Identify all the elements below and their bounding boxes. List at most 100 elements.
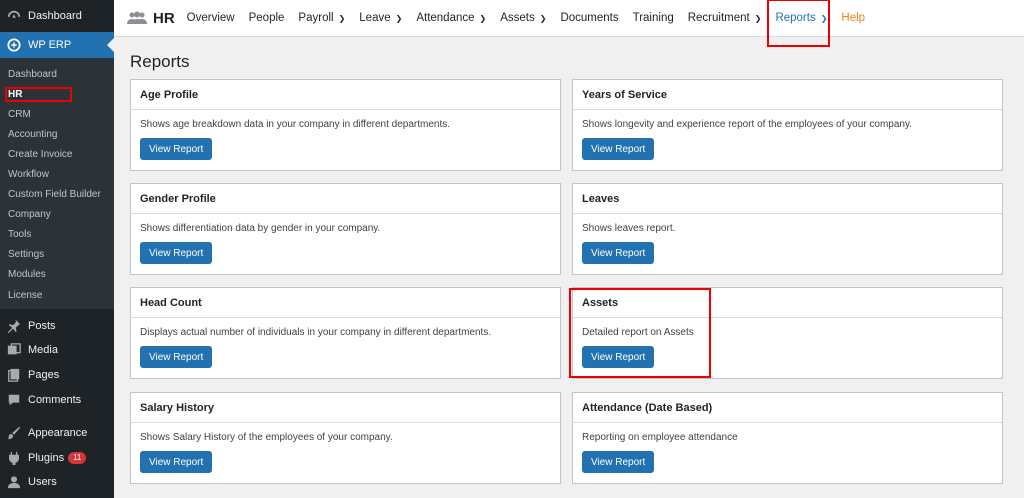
card-title: Salary History bbox=[131, 393, 560, 423]
tab-documents[interactable]: Documents bbox=[560, 0, 618, 37]
tab-recruitment[interactable]: Recruitment ❯ bbox=[688, 0, 762, 37]
submenu-tools[interactable]: Tools bbox=[0, 225, 114, 245]
sidebar-item-posts[interactable]: Posts bbox=[0, 313, 114, 338]
erp-submenu: Dashboard HR CRM Accounting Create Invoi… bbox=[0, 58, 114, 310]
sidebar-lower-menu: Posts Media Pages Comments Appearance Pl… bbox=[0, 309, 114, 495]
sidebar-item-label: Comments bbox=[28, 393, 82, 406]
sidebar-item-plugins[interactable]: Plugins 11 bbox=[0, 445, 114, 470]
sidebar-item-dashboard[interactable]: Dashboard bbox=[0, 0, 114, 32]
submenu-modules[interactable]: Modules bbox=[0, 265, 114, 285]
card-title: Assets bbox=[573, 288, 1002, 318]
page-title: Reports bbox=[130, 52, 190, 71]
sidebar-item-comments[interactable]: Comments bbox=[0, 388, 114, 413]
sidebar-item-wp-erp[interactable]: WP ERP bbox=[0, 32, 114, 58]
submenu-create-invoice[interactable]: Create Invoice bbox=[0, 144, 114, 164]
admin-sidebar: Dashboard WP ERP Dashboard HR CRM Accoun… bbox=[0, 0, 114, 498]
submenu-settings[interactable]: Settings bbox=[0, 245, 114, 265]
report-card-head-count: Head Count Displays actual number of ind… bbox=[130, 287, 561, 379]
hr-brand-title: HR bbox=[153, 9, 175, 27]
card-description: Shows leaves report. bbox=[582, 223, 676, 234]
card-title: Age Profile bbox=[131, 80, 560, 110]
chevron-down-icon: ❯ bbox=[338, 13, 346, 23]
view-report-button[interactable]: View Report bbox=[140, 138, 213, 160]
report-card-assets: Assets Detailed report on Assets View Re… bbox=[572, 287, 1003, 379]
pages-icon bbox=[7, 368, 21, 382]
hr-brand: HR bbox=[127, 10, 175, 27]
tab-payroll[interactable]: Payroll ❯ bbox=[298, 0, 345, 37]
card-title: Attendance (Date Based) bbox=[573, 393, 1002, 423]
tab-overview[interactable]: Overview bbox=[187, 0, 235, 37]
tab-label: Documents bbox=[560, 12, 619, 24]
view-report-button[interactable]: View Report bbox=[582, 346, 655, 368]
submenu-workflow[interactable]: Workflow bbox=[0, 164, 114, 184]
submenu-crm[interactable]: CRM bbox=[0, 104, 114, 124]
card-title: Leaves bbox=[573, 184, 1002, 214]
report-card-years-of-service: Years of Service Shows longevity and exp… bbox=[572, 79, 1003, 171]
view-report-button[interactable]: View Report bbox=[140, 346, 213, 368]
plugins-update-badge: 11 bbox=[68, 451, 87, 464]
tab-label: Help bbox=[841, 12, 866, 24]
view-report-button[interactable]: View Report bbox=[582, 242, 655, 264]
hr-highlight-box: HR bbox=[5, 86, 72, 102]
tab-label: Attendance bbox=[416, 12, 475, 24]
sidebar-item-label: Posts bbox=[28, 319, 56, 332]
sidebar-item-label: Media bbox=[28, 344, 58, 357]
tab-people[interactable]: People bbox=[249, 0, 285, 37]
plugin-icon bbox=[7, 451, 21, 465]
chevron-down-icon: ❯ bbox=[395, 13, 403, 23]
tab-label: Assets bbox=[500, 12, 535, 24]
card-title: Head Count bbox=[131, 288, 560, 318]
submenu-company[interactable]: Company bbox=[0, 205, 114, 225]
hr-top-nav: HR Overview People Payroll ❯ Leave ❯ Atten… bbox=[114, 0, 1024, 47]
submenu-custom-field-builder[interactable]: Custom Field Builder bbox=[0, 185, 114, 205]
view-report-button[interactable]: View Report bbox=[582, 138, 655, 160]
media-icon bbox=[7, 343, 21, 357]
chevron-down-icon: ❯ bbox=[754, 13, 762, 23]
sidebar-item-pages[interactable]: Pages bbox=[0, 363, 114, 388]
card-description: Shows longevity and experience report of… bbox=[582, 119, 912, 130]
submenu-hr[interactable]: HR bbox=[0, 84, 114, 104]
card-description: Detailed report on Assets bbox=[582, 327, 694, 338]
tab-label: Reports bbox=[775, 12, 816, 24]
sidebar-item-label: Dashboard bbox=[28, 10, 82, 22]
tab-attendance[interactable]: Attendance ❯ bbox=[416, 0, 486, 37]
tab-assets[interactable]: Assets ❯ bbox=[500, 0, 546, 37]
submenu-dashboard[interactable]: Dashboard bbox=[0, 64, 114, 84]
sidebar-item-label: Plugins bbox=[28, 451, 65, 464]
sidebar-item-label: Appearance bbox=[28, 426, 88, 439]
card-title: Years of Service bbox=[573, 80, 1002, 110]
sidebar-item-label: WP ERP bbox=[28, 39, 72, 51]
submenu-license[interactable]: License bbox=[0, 285, 114, 305]
tab-leave[interactable]: Leave ❯ bbox=[359, 0, 402, 37]
view-report-button[interactable]: View Report bbox=[582, 451, 655, 473]
chevron-down-icon: ❯ bbox=[820, 13, 828, 23]
report-card-leaves: Leaves Shows leaves report. View Report bbox=[572, 183, 1003, 275]
report-card-salary-history: Salary History Shows Salary History of t… bbox=[130, 392, 561, 484]
tab-label: Payroll bbox=[298, 12, 334, 24]
sidebar-item-label: Users bbox=[28, 476, 57, 489]
pin-icon bbox=[7, 319, 21, 333]
card-description: Shows differentiation data by gender in … bbox=[140, 223, 381, 234]
tab-training[interactable]: Training bbox=[633, 0, 674, 37]
dashboard-icon bbox=[7, 9, 21, 23]
report-card-attendance-date-based: Attendance (Date Based) Reporting on emp… bbox=[572, 392, 1003, 484]
sidebar-item-media[interactable]: Media bbox=[0, 338, 114, 363]
report-card-gender-profile: Gender Profile Shows differentiation dat… bbox=[130, 183, 561, 275]
card-title: Gender Profile bbox=[131, 184, 560, 214]
tab-help[interactable]: Help bbox=[841, 0, 865, 37]
tab-label: Training bbox=[632, 12, 674, 24]
tab-reports[interactable]: Reports ❯ bbox=[767, 0, 831, 47]
sidebar-item-users[interactable]: Users bbox=[0, 470, 114, 495]
chevron-down-icon: ❯ bbox=[539, 13, 547, 23]
view-report-button[interactable]: View Report bbox=[140, 242, 213, 264]
chevron-down-icon: ❯ bbox=[479, 13, 487, 23]
submenu-accounting[interactable]: Accounting bbox=[0, 124, 114, 144]
sidebar-item-appearance[interactable]: Appearance bbox=[0, 420, 114, 445]
tab-label: Overview bbox=[186, 12, 235, 24]
view-report-button[interactable]: View Report bbox=[140, 451, 213, 473]
report-card-age-profile: Age Profile Shows age breakdown data in … bbox=[130, 79, 561, 171]
tab-label: People bbox=[248, 12, 285, 24]
card-description: Displays actual number of individuals in… bbox=[140, 327, 492, 338]
card-description: Reporting on employee attendance bbox=[582, 432, 738, 443]
sidebar-item-label: Pages bbox=[28, 369, 60, 382]
